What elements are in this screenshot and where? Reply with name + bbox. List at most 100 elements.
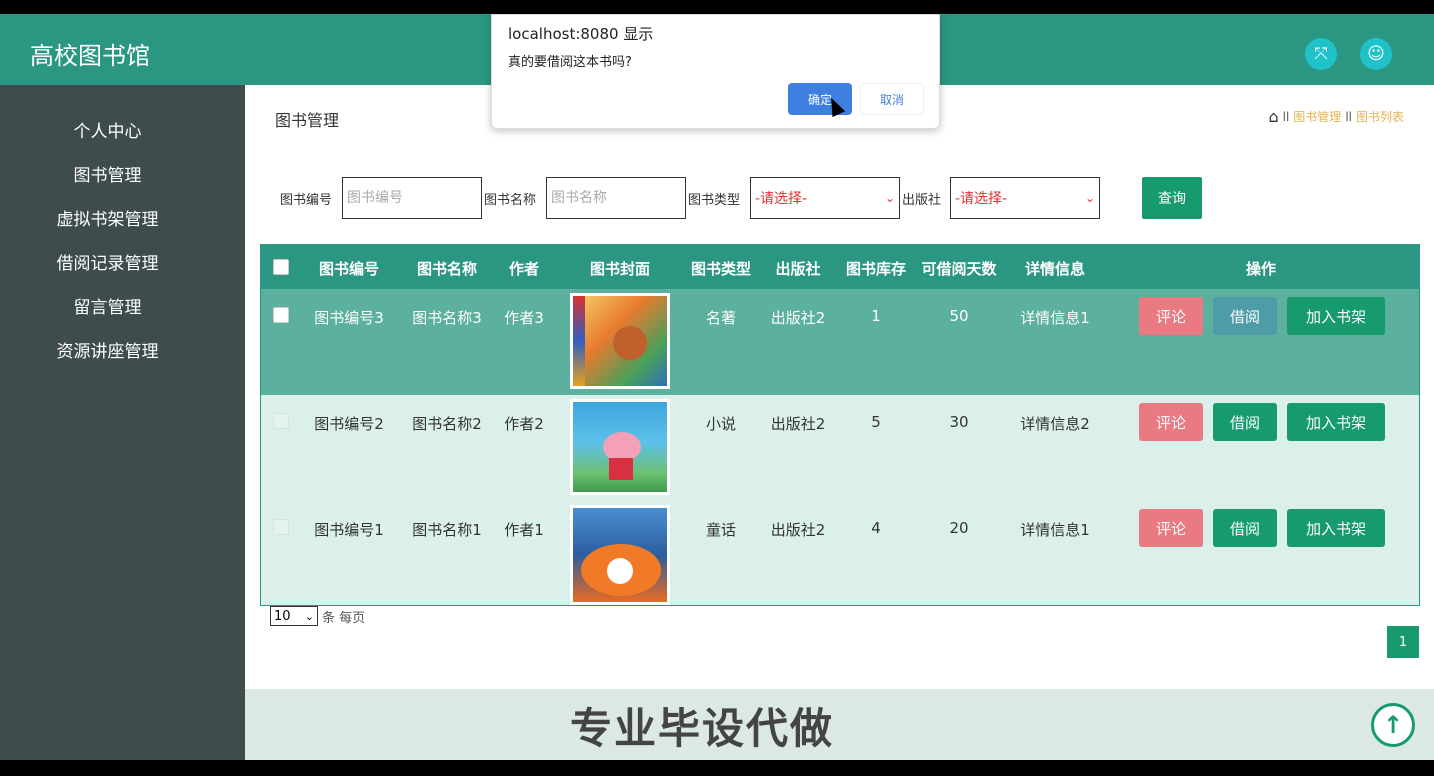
page-number-button[interactable]: 1 <box>1387 626 1419 658</box>
cell-book-type: 名著 <box>705 309 736 327</box>
chevron-down-icon: ⌄ <box>884 191 895 205</box>
breadcrumb-book-list[interactable]: 图书列表 <box>1356 108 1404 125</box>
scroll-to-top-icon[interactable]: ↑ <box>1371 703 1415 747</box>
row-checkbox[interactable] <box>273 519 289 535</box>
publisher-select[interactable]: -请选择- ⌄ <box>950 177 1100 219</box>
dialog-origin: localhost:8080 显示 <box>508 25 654 43</box>
header-book-name: 图书名称 <box>416 260 477 278</box>
cell-author: 作者2 <box>504 415 544 433</box>
select-all-checkbox[interactable] <box>273 259 289 275</box>
sidebar-item-messages[interactable]: 留言管理 <box>0 293 215 318</box>
book-type-label: 图书类型 <box>688 193 741 208</box>
breadcrumb-separator: ll <box>1345 109 1352 124</box>
sidebar-item-book-management[interactable]: 图书管理 <box>0 161 215 186</box>
sidebar: 个人中心 图书管理 虚拟书架管理 借阅记录管理 留言管理 资源讲座管理 <box>0 85 245 760</box>
cell-book-name: 图书名称3 <box>412 309 482 327</box>
cell-detail: 详情信息2 <box>1020 415 1090 433</box>
cell-publisher: 出版社2 <box>770 415 826 433</box>
header-borrow-days: 可借阅天数 <box>921 260 997 278</box>
header-actions: 操作 <box>1245 260 1276 278</box>
cell-publisher: 出版社2 <box>770 309 826 327</box>
header-author: 作者 <box>508 260 539 278</box>
header-cover: 图书封面 <box>589 260 650 278</box>
footer-watermark-text: 专业毕设代做 <box>570 704 835 753</box>
book-name-input[interactable] <box>546 177 686 219</box>
comment-button[interactable]: 评论 <box>1139 403 1203 441</box>
cell-book-type: 童话 <box>705 521 736 539</box>
pager: 10 ⌄ 条 每页 <box>270 606 365 626</box>
cell-stock: 5 <box>871 413 881 431</box>
header-detail: 详情信息 <box>1024 260 1085 278</box>
borrow-button[interactable]: 借阅 <box>1213 297 1277 335</box>
cell-publisher: 出版社2 <box>770 521 826 539</box>
book-cover-image <box>570 399 670 495</box>
cell-book-code: 图书编号2 <box>314 415 384 433</box>
app-title: 高校图书馆 <box>30 42 150 70</box>
fullscreen-icon[interactable]: ⤧ <box>1305 38 1337 70</box>
table-row[interactable]: 图书编号3 图书名称3 作者3 名著 出版社2 1 50 详情信息1 评论 借阅… <box>261 289 1419 395</box>
dialog-cancel-button[interactable]: 取消 <box>860 83 924 115</box>
app-window: 高校图书馆 ⤧ ☺ 个人中心 图书管理 虚拟书架管理 借阅记录管理 留言管理 资… <box>0 14 1434 760</box>
footer: 专业毕设代做 ↑ <box>245 689 1434 760</box>
book-code-label: 图书编号 <box>280 193 333 208</box>
chevron-down-icon: ⌄ <box>304 609 314 623</box>
book-type-value: -请选择- <box>755 191 808 207</box>
add-to-shelf-button[interactable]: 加入书架 <box>1287 297 1385 335</box>
comment-button[interactable]: 评论 <box>1139 509 1203 547</box>
cell-book-name: 图书名称2 <box>412 415 482 433</box>
comment-button[interactable]: 评论 <box>1139 297 1203 335</box>
cell-stock: 1 <box>871 307 881 325</box>
breadcrumb: ⌂ ll 图书管理 ll 图书列表 <box>1268 107 1404 126</box>
cell-borrow-days: 30 <box>949 413 969 431</box>
add-to-shelf-button[interactable]: 加入书架 <box>1287 403 1385 441</box>
cell-book-code: 图书编号3 <box>314 309 384 327</box>
page-title: 图书管理 <box>275 111 340 130</box>
row-checkbox[interactable] <box>273 307 289 323</box>
borrow-button[interactable]: 借阅 <box>1213 403 1277 441</box>
dialog-message: 真的要借阅这本书吗? <box>508 55 632 70</box>
sidebar-item-virtual-shelf[interactable]: 虚拟书架管理 <box>0 205 215 230</box>
header-publisher: 出版社 <box>775 260 821 278</box>
row-checkbox[interactable] <box>273 413 289 429</box>
cell-author: 作者3 <box>504 309 544 327</box>
header-stock: 图书库存 <box>845 260 906 278</box>
cell-book-type: 小说 <box>705 415 736 433</box>
book-type-select[interactable]: -请选择- ⌄ <box>750 177 900 219</box>
cell-book-name: 图书名称1 <box>412 521 482 539</box>
cell-borrow-days: 20 <box>949 519 969 537</box>
cell-stock: 4 <box>871 519 881 537</box>
table-header: 图书编号 图书名称 作者 图书封面 图书类型 出版社 图书库存 可借阅天数 详情… <box>261 245 1419 289</box>
sidebar-item-borrow-records[interactable]: 借阅记录管理 <box>0 249 215 274</box>
sidebar-item-lectures[interactable]: 资源讲座管理 <box>0 337 215 362</box>
confirm-dialog: localhost:8080 显示 真的要借阅这本书吗? 确定 取消 <box>491 14 940 129</box>
user-icon[interactable]: ☺ <box>1360 38 1392 70</box>
cell-detail: 详情信息1 <box>1020 521 1090 539</box>
page-size-suffix: 条 每页 <box>322 610 366 626</box>
breadcrumb-separator: ll <box>1282 109 1290 124</box>
chevron-down-icon: ⌄ <box>1084 191 1095 205</box>
book-table: 图书编号 图书名称 作者 图书封面 图书类型 出版社 图书库存 可借阅天数 详情… <box>260 244 1420 606</box>
header-book-code: 图书编号 <box>318 260 379 278</box>
query-button[interactable]: 查询 <box>1142 177 1202 219</box>
cell-book-code: 图书编号1 <box>314 521 384 539</box>
page-size-select[interactable]: 10 ⌄ <box>270 606 318 626</box>
publisher-label: 出版社 <box>902 193 942 208</box>
borrow-button[interactable]: 借阅 <box>1213 509 1277 547</box>
book-cover-image <box>570 505 670 605</box>
cell-detail: 详情信息1 <box>1020 309 1090 327</box>
publisher-value: -请选择- <box>955 191 1008 207</box>
table-row[interactable]: 图书编号1 图书名称1 作者1 童话 出版社2 4 20 详情信息1 评论 借阅… <box>261 501 1419 607</box>
add-to-shelf-button[interactable]: 加入书架 <box>1287 509 1385 547</box>
table-row[interactable]: 图书编号2 图书名称2 作者2 小说 出版社2 5 30 详情信息2 评论 借阅… <box>261 395 1419 501</box>
sidebar-item-personal-center[interactable]: 个人中心 <box>0 117 215 142</box>
breadcrumb-book-management[interactable]: 图书管理 <box>1293 108 1341 125</box>
cell-borrow-days: 50 <box>949 307 969 325</box>
main-content: 图书管理 ⌂ ll 图书管理 ll 图书列表 图书编号 图书名称 图书类型 -请… <box>245 85 1434 760</box>
cell-author: 作者1 <box>504 521 544 539</box>
book-cover-image <box>570 293 670 389</box>
header-book-type: 图书类型 <box>690 260 751 278</box>
page-size-value: 10 <box>274 608 291 624</box>
book-code-input[interactable] <box>342 177 482 219</box>
home-icon[interactable]: ⌂ <box>1268 107 1278 126</box>
book-name-label: 图书名称 <box>484 193 537 208</box>
